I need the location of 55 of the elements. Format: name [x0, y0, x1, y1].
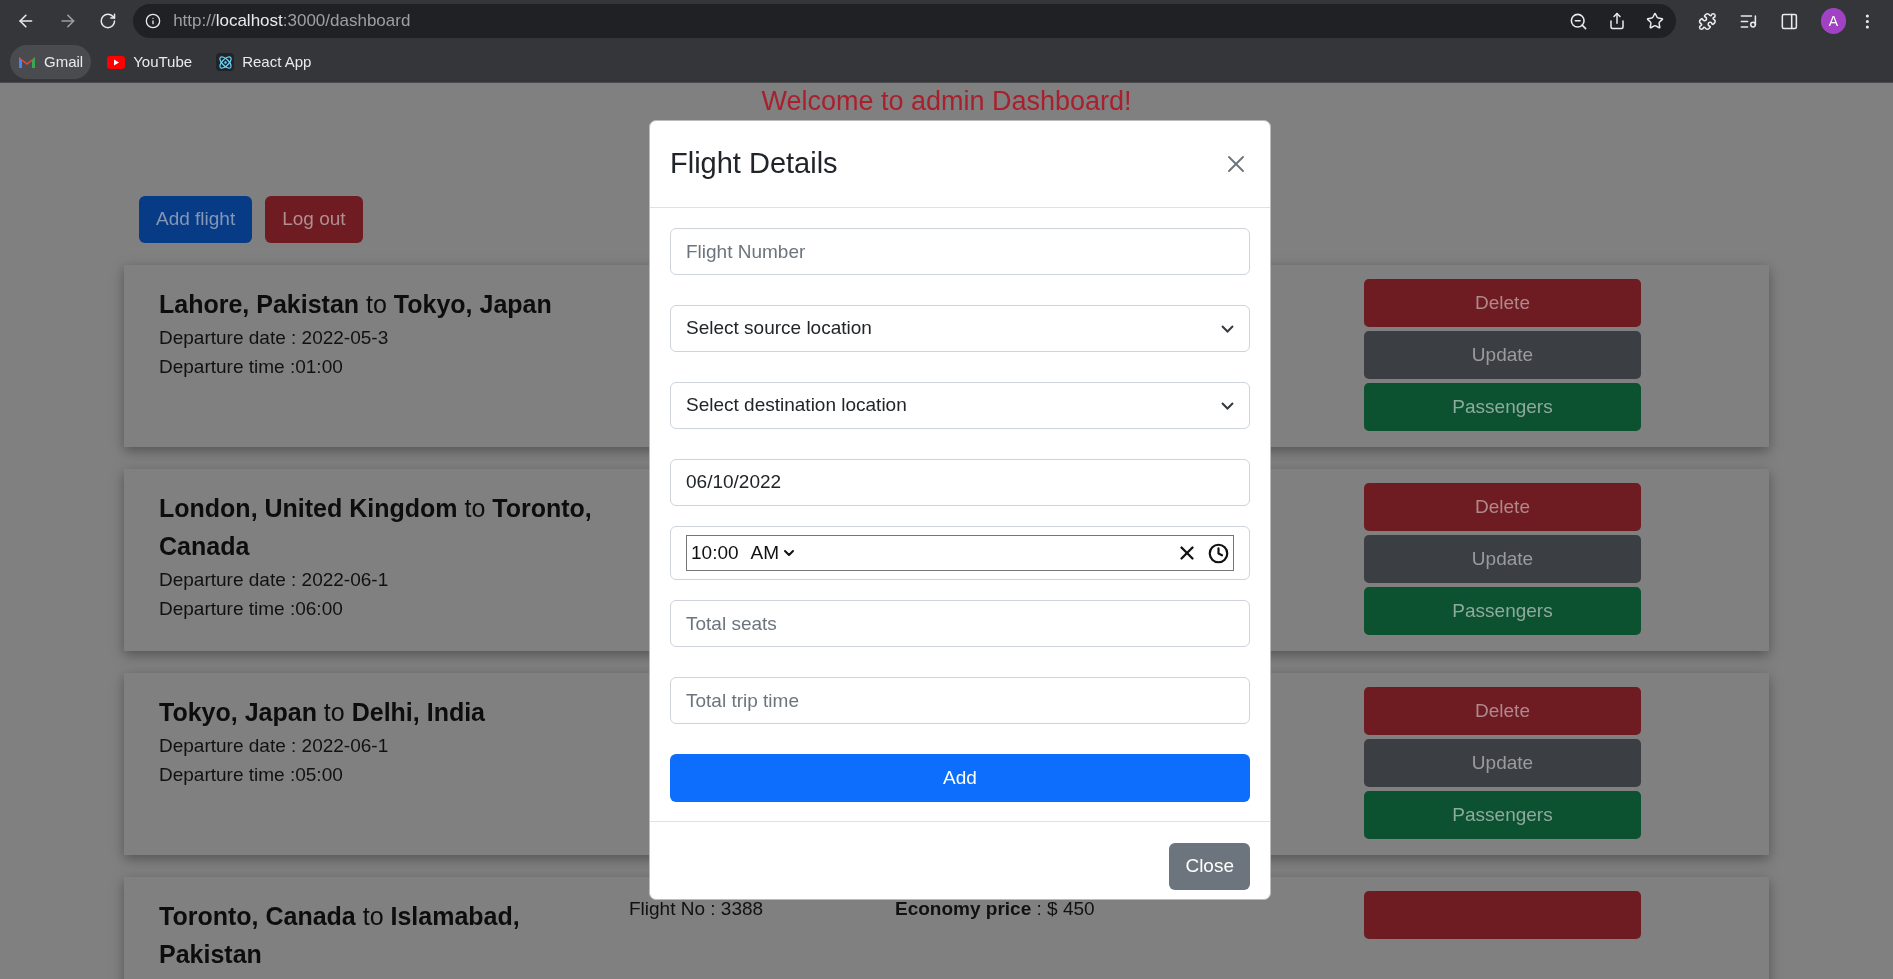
- modal-title: Flight Details: [670, 146, 838, 182]
- flight-route: Tokyo, Japan to Delhi, India: [159, 697, 487, 728]
- url-text: http://localhost:3000/dashboard: [173, 10, 411, 33]
- select-field[interactable]: Select source location: [670, 305, 1250, 352]
- departure-date: Departure date : 2022-05-3: [159, 326, 390, 350]
- flight-number: Flight No : 3388: [629, 897, 765, 921]
- action-button[interactable]: Delete: [1364, 483, 1641, 531]
- action-button[interactable]: Passengers: [1364, 383, 1641, 431]
- play-icon: [107, 55, 126, 69]
- action-button[interactable]: Update: [1364, 331, 1641, 379]
- action-button[interactable]: Delete: [1364, 687, 1641, 735]
- flight-route: London, United Kingdom to Toronto, Canada: [159, 493, 593, 562]
- action-button[interactable]: Delete: [1364, 279, 1641, 327]
- star-icon[interactable]: [1646, 12, 1665, 30]
- bookmark[interactable]: Gmail: [10, 45, 92, 79]
- chevron-down-icon: [1221, 324, 1234, 333]
- text-field[interactable]: Total trip time: [670, 677, 1250, 724]
- action-button[interactable]: Update: [1364, 535, 1641, 583]
- share-icon[interactable]: [1608, 12, 1627, 30]
- time-value: 10:00: [691, 540, 739, 565]
- departure-time: Departure time :05:00: [159, 763, 344, 787]
- select-field[interactable]: Select destination location: [670, 382, 1250, 429]
- close-button[interactable]: Close: [1169, 843, 1250, 890]
- profile-avatar[interactable]: A: [1820, 8, 1847, 34]
- date-field[interactable]: 06/10/2022: [670, 459, 1250, 506]
- page-title: Welcome to admin Dashboard!: [760, 85, 1133, 118]
- zoom-out-icon[interactable]: [1569, 11, 1589, 31]
- add-button[interactable]: Add: [670, 754, 1250, 802]
- departure-date: Departure date : 2022-06-1: [159, 734, 390, 758]
- action-button[interactable]: Passengers: [1364, 791, 1641, 839]
- text-field[interactable]: Flight Number: [670, 228, 1250, 275]
- side-panel-icon[interactable]: [1779, 11, 1799, 31]
- page-button[interactable]: Log out: [265, 196, 363, 243]
- clock-icon[interactable]: [1208, 542, 1229, 564]
- departure-time: Departure time :01:00: [159, 355, 344, 379]
- atom-icon: [216, 53, 235, 71]
- action-button[interactable]: Passengers: [1364, 587, 1641, 635]
- action-button[interactable]: Update: [1364, 739, 1641, 787]
- bookmark[interactable]: React App: [208, 45, 320, 79]
- mail-icon: [18, 55, 36, 69]
- departure-date: Departure date : 2022-06-1: [159, 568, 390, 592]
- extensions-icon[interactable]: [1698, 11, 1718, 31]
- chevron-down-icon: [1221, 401, 1234, 410]
- page-button[interactable]: Add flight: [139, 196, 253, 243]
- flight-route: Lahore, Pakistan to Tokyo, Japan: [159, 289, 553, 320]
- period-value: AM: [750, 540, 780, 565]
- time-field[interactable]: 10:00 AM: [686, 535, 1234, 571]
- reload-icon[interactable]: [99, 12, 118, 30]
- info-icon: [145, 13, 162, 29]
- economy-price: Economy price : $ 450: [895, 897, 1096, 921]
- departure-time: Departure time :06:00: [159, 597, 344, 621]
- flight-route: Toronto, Canada to Islamabad, Pakistan: [159, 901, 521, 970]
- bookmark[interactable]: YouTube: [99, 45, 201, 79]
- address-bar[interactable]: http://localhost:3000/dashboard: [133, 4, 1677, 38]
- text-field[interactable]: Total seats: [670, 600, 1250, 647]
